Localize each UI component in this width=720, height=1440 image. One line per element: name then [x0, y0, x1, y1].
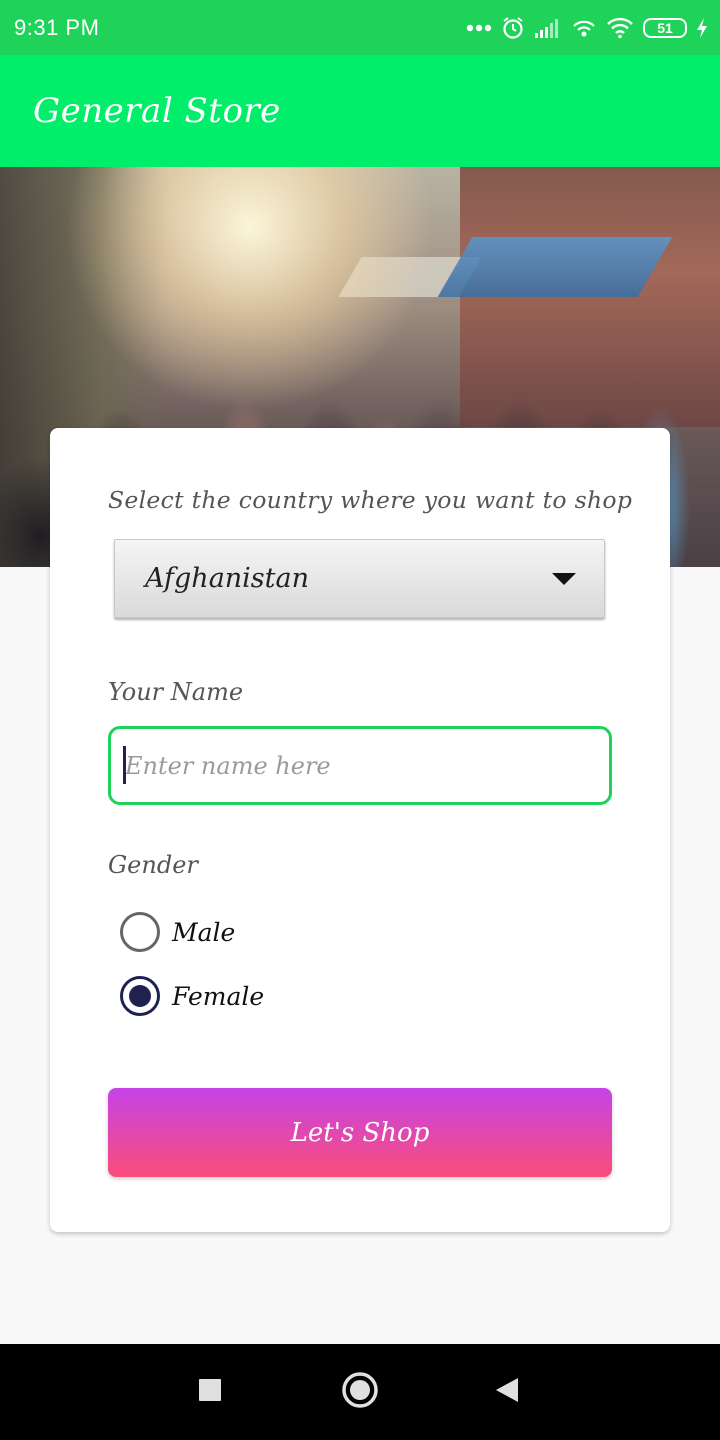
name-input[interactable] [108, 726, 612, 805]
recent-apps-button[interactable] [170, 1352, 250, 1432]
radio-unchecked-icon [120, 912, 160, 952]
home-button[interactable] [320, 1352, 400, 1432]
gender-radio-female[interactable]: Female [120, 976, 264, 1016]
alarm-icon [501, 16, 525, 40]
signal-icon [534, 17, 562, 39]
country-label: Select the country where you want to sho… [108, 486, 633, 514]
navigation-bar [0, 1344, 720, 1440]
text-cursor [123, 746, 126, 784]
country-dropdown[interactable]: Afghanistan [114, 539, 605, 618]
form-card: Select the country where you want to sho… [50, 428, 670, 1232]
recent-apps-icon [198, 1378, 222, 1406]
gender-radio-male[interactable]: Male [120, 912, 235, 952]
name-label: Your Name [108, 678, 244, 706]
hotspot-icon [571, 17, 597, 39]
gender-label: Gender [108, 851, 198, 879]
radio-checked-icon [120, 976, 160, 1016]
radio-label-female: Female [172, 981, 265, 1011]
more-dots-icon [466, 24, 492, 32]
back-button[interactable] [467, 1352, 547, 1432]
app-title: General Store [33, 91, 281, 131]
wifi-icon [606, 17, 634, 39]
status-time: 9:31 PM [14, 14, 100, 40]
radio-dot [129, 985, 151, 1007]
back-icon [494, 1376, 520, 1408]
battery-icon: 51 [643, 17, 687, 38]
lets-shop-button[interactable]: Let's Shop [108, 1088, 612, 1177]
radio-label-male: Male [172, 917, 236, 947]
charging-icon [696, 17, 708, 39]
hero-awning-blue [437, 237, 673, 297]
country-selected-value: Afghanistan [145, 563, 310, 594]
dropdown-arrow-icon [552, 572, 576, 585]
status-bar: 9:31 PM 51 [0, 0, 720, 55]
app-bar: General Store [0, 55, 720, 167]
status-icons: 51 [466, 16, 708, 40]
home-icon [341, 1371, 379, 1413]
